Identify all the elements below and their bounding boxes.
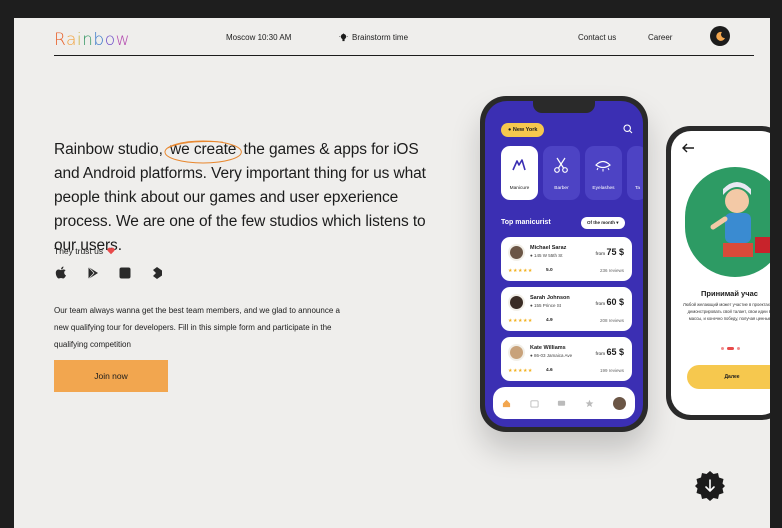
profile-avatar-icon[interactable] — [612, 396, 626, 410]
specialist-address: ● 145 W 55th St — [530, 253, 563, 258]
reviews-count: 199 reviews — [599, 368, 624, 373]
trust-text: They trust us — [54, 246, 104, 256]
game-description: Любой желающий может участие в проектах,… — [683, 302, 770, 321]
specialist-address: ● 86-03 Jamaica Ave — [530, 353, 573, 358]
google-play-icon[interactable] — [86, 266, 100, 280]
category-barber[interactable]: Barber — [543, 146, 580, 200]
specialist-address: ● 155 Prince St — [530, 303, 561, 308]
phone-notch — [533, 101, 595, 113]
rating-value: 4.9 — [546, 318, 553, 323]
lightbulb-icon — [339, 33, 348, 42]
trust-label: They trust us — [54, 246, 115, 256]
specialist-name: Michael Saraz — [530, 245, 567, 251]
page: Rainbow Moscow 10:30 AM Brainstorm time … — [14, 18, 770, 528]
nav-contact-us[interactable]: Contact us — [578, 33, 616, 42]
moon-icon — [715, 31, 725, 41]
join-now-button[interactable]: Join now — [54, 360, 168, 392]
category-label: Ta — [635, 186, 641, 191]
rating-value: 4.6 — [546, 368, 553, 373]
tab-bar — [493, 387, 635, 419]
nav-career[interactable]: Career — [648, 33, 672, 42]
unity-icon[interactable] — [150, 266, 164, 280]
specialist-card[interactable]: Kate Williams ● 86-03 Jamaica Ave from 6… — [501, 337, 632, 381]
theme-toggle-button[interactable] — [710, 26, 730, 46]
location-pill[interactable]: ● New York — [501, 123, 545, 137]
specialist-price: from 75 $ — [595, 247, 624, 257]
phone-mockup-salon-app: ● New York Manicure Barber Eyelashes Ta — [480, 96, 648, 432]
reviews-count: 208 reviews — [599, 318, 624, 323]
hero-text: Rainbow studio, we create the games & ap… — [54, 138, 444, 258]
microsoft-icon[interactable] — [118, 266, 132, 280]
next-button[interactable]: Далее — [687, 365, 770, 389]
avatar — [508, 294, 525, 311]
brainstorm-label: Brainstorm time — [352, 33, 409, 42]
pager-dot-active — [727, 347, 734, 350]
pager-dot — [737, 347, 740, 350]
rating-value: 5.0 — [546, 268, 553, 273]
app-screen: ● New York Manicure Barber Eyelashes Ta — [485, 101, 643, 427]
specialist-card[interactable]: Michael Saraz ● 145 W 55th St from 75 $ … — [501, 237, 632, 281]
search-icon[interactable] — [623, 124, 633, 134]
eye-icon — [595, 160, 611, 172]
category-label: Eyelashes — [592, 186, 615, 191]
star-rating-icon: ★★★★★ — [508, 318, 533, 324]
scroll-down-button[interactable] — [694, 470, 726, 502]
specialist-price: from 60 $ — [595, 297, 624, 307]
category-eyelashes[interactable]: Eyelashes — [585, 146, 622, 200]
star-rating-icon: ★★★★★ — [508, 368, 533, 374]
specialist-name: Sarah Johnson — [530, 295, 570, 301]
month-filter-dropdown[interactable]: Of the month ▾ — [581, 217, 625, 229]
platform-icons — [54, 266, 164, 280]
category-label: Barber — [554, 186, 569, 191]
hero-text-start: Rainbow studio, — [54, 141, 163, 158]
star-icon[interactable] — [585, 399, 594, 408]
pager-dots — [721, 347, 740, 350]
avatar — [508, 244, 525, 261]
reviews-count: 236 reviews — [599, 268, 624, 273]
game-title: Принимай учас — [701, 289, 758, 298]
calendar-icon[interactable] — [530, 399, 539, 408]
section-title: Top manicurist — [501, 219, 551, 226]
hero-highlight: we create — [164, 140, 242, 164]
character-illustration — [710, 182, 770, 257]
header: Rainbow Moscow 10:30 AM Brainstorm time … — [54, 18, 754, 58]
header-divider — [54, 55, 754, 56]
star-rating-icon: ★★★★★ — [508, 268, 533, 274]
specialist-price: from 65 $ — [595, 347, 624, 357]
game-screen: Принимай учас Любой желающий может участ… — [671, 131, 770, 415]
description-text: Our team always wanna get the best team … — [54, 306, 340, 349]
specialist-card[interactable]: Sarah Johnson ● 155 Prince St from 60 $ … — [501, 287, 632, 331]
heart-icon — [107, 247, 115, 255]
pager-dot — [721, 347, 724, 350]
logo[interactable]: Rainbow — [54, 30, 130, 50]
scissors-icon — [554, 157, 568, 173]
category-manicure[interactable]: Manicure — [501, 146, 538, 200]
category-label: Manicure — [509, 186, 530, 191]
specialist-name: Kate Williams — [530, 345, 566, 351]
category-list: Manicure Barber Eyelashes Ta — [501, 146, 643, 200]
home-icon[interactable] — [502, 399, 511, 408]
chat-icon[interactable] — [557, 399, 566, 408]
location-time: Moscow 10:30 AM — [226, 33, 292, 42]
avatar — [508, 344, 525, 361]
apple-icon[interactable] — [54, 266, 68, 280]
back-arrow-icon[interactable] — [681, 143, 695, 153]
category-ta[interactable]: Ta — [627, 146, 643, 200]
phone-mockup-game-app: Принимай учас Любой желающий может участ… — [666, 126, 770, 420]
manicure-icon — [512, 159, 526, 171]
scribble-circle-icon — [164, 140, 242, 164]
illustration — [685, 167, 770, 277]
brainstorm-link[interactable]: Brainstorm time — [339, 33, 408, 42]
